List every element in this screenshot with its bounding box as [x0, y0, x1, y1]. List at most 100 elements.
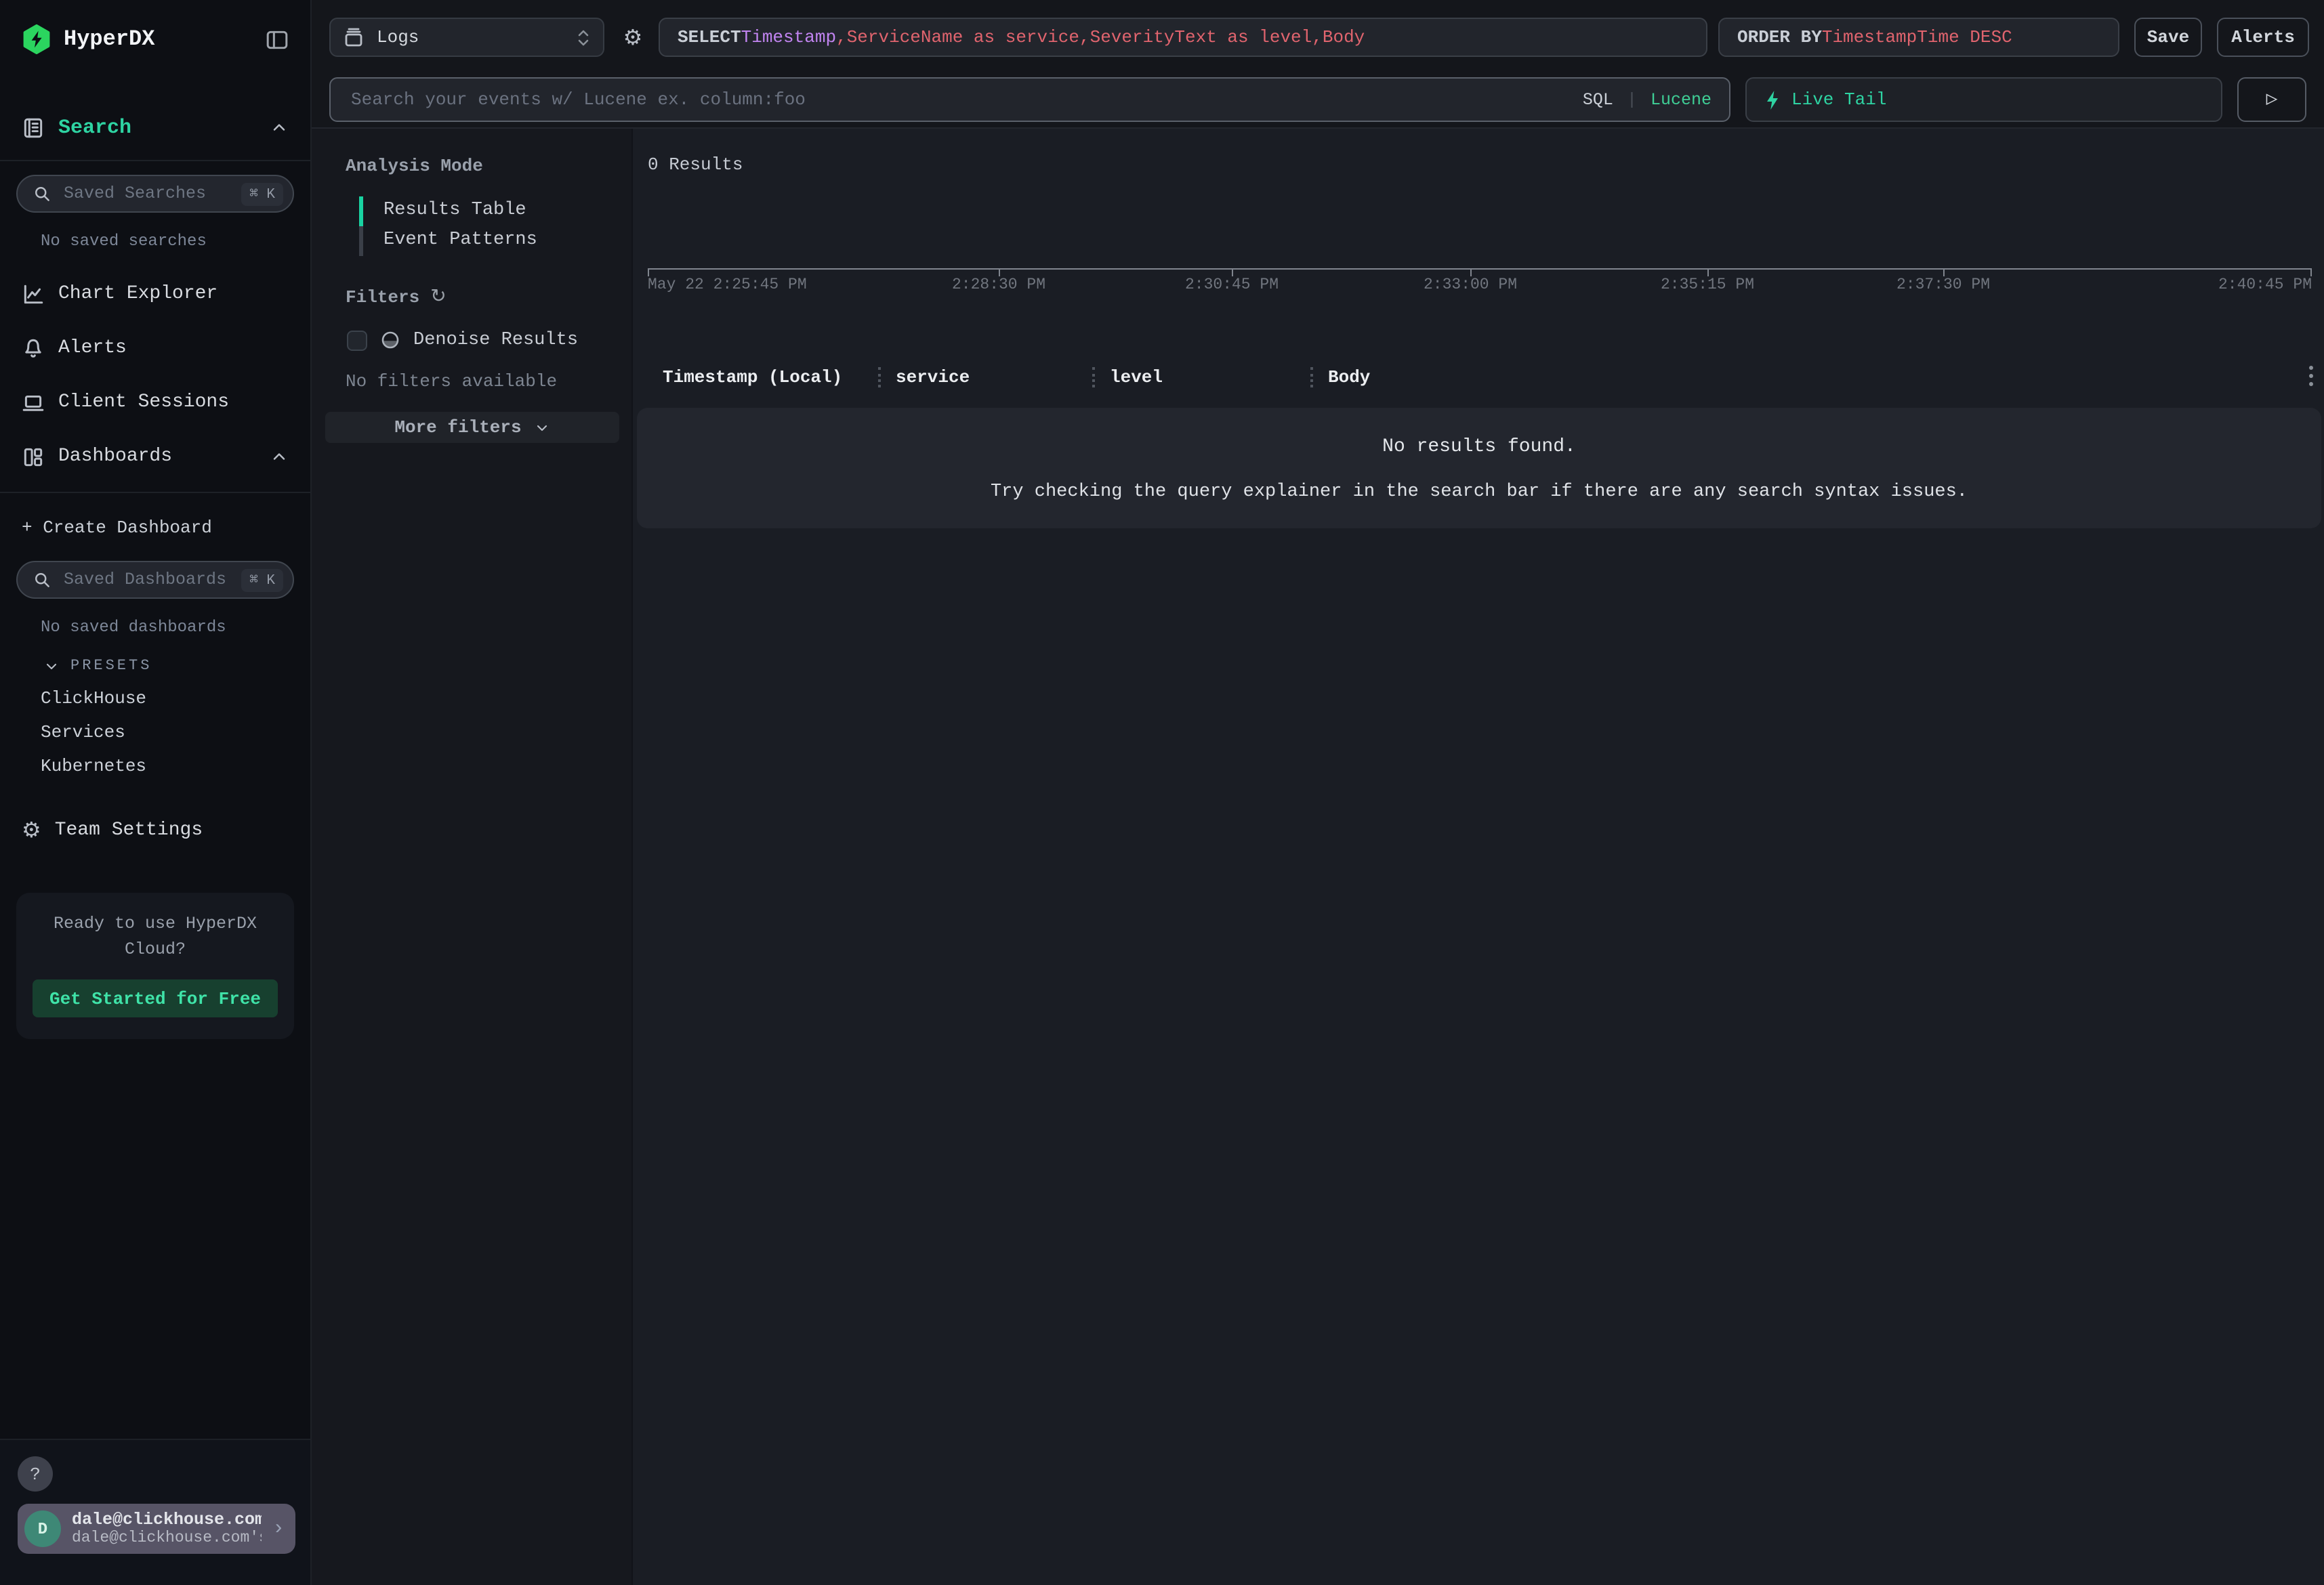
saved-dashboards-search[interactable]: ⌘ K	[16, 561, 294, 599]
sidebar-item-search[interactable]: Search	[0, 103, 310, 152]
select-clause-input[interactable]: SELECT Timestamp, ServiceName as service…	[659, 18, 1707, 57]
dashboards-icon	[22, 445, 45, 468]
chevron-down-icon	[534, 419, 550, 436]
search-icon	[33, 184, 51, 203]
chevron-down-icon	[43, 658, 60, 675]
create-dashboard-button[interactable]: + Create Dashboard	[0, 507, 310, 547]
help-button[interactable]: ?	[18, 1456, 53, 1492]
event-search-bar[interactable]: SQL | Lucene	[329, 77, 1730, 122]
sidebar-item-chart-explorer[interactable]: Chart Explorer	[0, 267, 310, 321]
no-saved-dashboards-text: No saved dashboards	[41, 618, 310, 637]
play-icon: ▷	[2266, 88, 2278, 111]
tick-label: May 22 2:25:45 PM	[648, 276, 807, 294]
alerts-button[interactable]: Alerts	[2217, 18, 2309, 57]
preset-clickhouse[interactable]: ClickHouse	[41, 688, 310, 709]
user-menu[interactable]: D dale@clickhouse.com dale@clickhouse.co…	[18, 1504, 295, 1554]
team-settings-label: Team Settings	[55, 820, 203, 841]
cloud-promo-line2: Cloud?	[125, 940, 186, 959]
search-icon	[33, 570, 51, 589]
denoise-icon	[379, 329, 401, 351]
table-options-menu-icon[interactable]	[2309, 366, 2313, 386]
events-timeline-chart[interactable]: May 22 2:25:45 PM 2:28:30 PM 2:30:45 PM …	[648, 175, 2312, 294]
presets-toggle[interactable]: PRESETS	[43, 658, 310, 675]
refresh-icon[interactable]: ↻	[430, 286, 446, 308]
sidebar-collapse-icon[interactable]	[266, 28, 289, 51]
filters-label: Filters	[346, 287, 419, 307]
sidebar-header: HyperDX	[0, 0, 310, 79]
column-header-body[interactable]: Body	[1328, 367, 2324, 387]
denoise-checkbox[interactable]	[347, 330, 367, 350]
saved-searches-search[interactable]: ⌘ K	[16, 175, 294, 213]
preset-kubernetes[interactable]: Kubernetes	[41, 756, 310, 776]
tick-label: 2:33:00 PM	[1424, 276, 1517, 294]
empty-results-panel: No results found. Try checking the query…	[637, 408, 2321, 528]
column-header-service[interactable]: service	[896, 367, 1092, 387]
content: Analysis Mode Results Table Event Patter…	[312, 129, 2324, 1585]
column-header-timestamp[interactable]: Timestamp (Local)	[663, 367, 878, 387]
select-updown-icon	[576, 26, 591, 48]
saved-dashboards-input[interactable]	[61, 569, 232, 591]
sidebar-item-client-sessions[interactable]: Client Sessions	[0, 375, 310, 429]
more-filters-button[interactable]: More filters	[325, 412, 619, 443]
gear-icon: ⚙	[623, 26, 643, 48]
tick-mark	[648, 268, 649, 276]
search-section-icon	[22, 116, 45, 139]
hyperdx-app: HyperDX Search ⌘ K No saved searches	[0, 0, 2324, 1585]
mode-event-patterns[interactable]: Event Patterns	[359, 226, 631, 256]
live-tail-button[interactable]: Live Tail	[1745, 77, 2222, 122]
chevron-up-icon[interactable]	[270, 447, 289, 466]
workspace: Logs ⚙ SELECT Timestamp, ServiceName as …	[312, 0, 2324, 1585]
run-query-button[interactable]: ▷	[2237, 77, 2306, 122]
results-count: 0 Results	[648, 154, 2324, 175]
shortcut-badge: ⌘ K	[241, 182, 283, 205]
divider	[0, 160, 310, 161]
column-resize-handle[interactable]	[1092, 367, 1095, 387]
search-section-label: Search	[58, 116, 131, 139]
tick-label: 2:40:45 PM	[2218, 276, 2312, 294]
cloud-promo-line1: Ready to use HyperDX	[54, 914, 257, 933]
nav-label: Dashboards	[58, 446, 172, 467]
column-resize-handle[interactable]	[1310, 367, 1313, 387]
mode-results-table[interactable]: Results Table	[359, 196, 631, 226]
column-resize-handle[interactable]	[878, 367, 881, 387]
saved-searches-input[interactable]	[61, 183, 232, 205]
order-by-input[interactable]: ORDER BY TimestampTime DESC	[1718, 18, 2119, 57]
tick-label: 2:35:15 PM	[1661, 276, 1754, 294]
live-tail-label: Live Tail	[1791, 89, 1886, 110]
nav-label: Alerts	[58, 337, 127, 359]
tick-mark	[1232, 268, 1233, 276]
empty-results-hint: Try checking the query explainer in the …	[637, 482, 2321, 503]
column-header-level[interactable]: level	[1110, 367, 1310, 387]
sidebar-nav: Chart Explorer Alerts Client Sessions Da…	[0, 267, 310, 484]
lightning-bolt-icon	[1763, 89, 1779, 110]
sidebar-item-team-settings[interactable]: ⚙ Team Settings	[0, 806, 310, 855]
language-sql-toggle[interactable]: SQL	[1583, 90, 1613, 109]
source-settings-button[interactable]: ⚙	[615, 18, 650, 57]
get-started-button[interactable]: Get Started for Free	[33, 979, 278, 1017]
filters-panel: Analysis Mode Results Table Event Patter…	[312, 129, 633, 1585]
denoise-results-option[interactable]: Denoise Results	[347, 329, 631, 351]
save-button[interactable]: Save	[2134, 18, 2202, 57]
brand-title: HyperDX	[64, 27, 154, 51]
sidebar-item-alerts[interactable]: Alerts	[0, 321, 310, 375]
event-search-input[interactable]	[348, 88, 1569, 111]
user-info: dale@clickhouse.com dale@clickhouse.com'…	[72, 1510, 262, 1547]
nav-label: Chart Explorer	[58, 283, 217, 305]
sidebar-item-dashboards[interactable]: Dashboards	[0, 429, 310, 484]
source-select-value: Logs	[377, 27, 419, 47]
cloud-promo-text: Ready to use HyperDX Cloud?	[33, 912, 278, 963]
empty-results-title: No results found.	[637, 436, 2321, 458]
chevron-up-icon[interactable]	[270, 118, 289, 137]
timeline-axis	[648, 268, 2312, 270]
shortcut-badge: ⌘ K	[241, 568, 283, 591]
divider	[0, 492, 310, 493]
results-area: 0 Results May 22 2:25:45 PM 2:28:30 PM 2…	[633, 129, 2324, 1585]
presets-label: PRESETS	[70, 658, 152, 675]
language-lucene-toggle[interactable]: Lucene	[1651, 90, 1711, 109]
topbar: Logs ⚙ SELECT Timestamp, ServiceName as …	[312, 0, 2324, 129]
tick-label: 2:28:30 PM	[952, 276, 1045, 294]
chevron-right-icon: ›	[272, 1517, 285, 1540]
source-select[interactable]: Logs	[329, 18, 604, 57]
brand: HyperDX	[22, 24, 154, 54]
preset-services[interactable]: Services	[41, 722, 310, 742]
